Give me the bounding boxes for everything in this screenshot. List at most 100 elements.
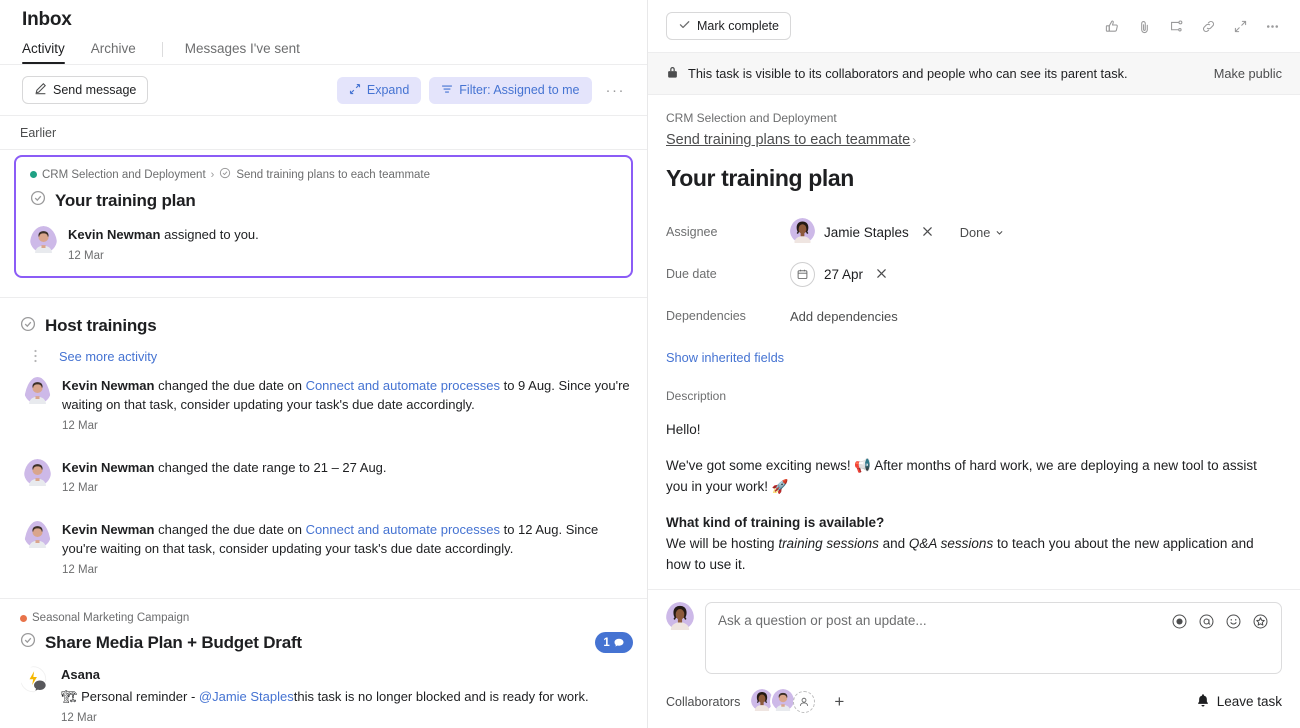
- field-label: Assignee: [666, 225, 718, 239]
- person-placeholder-icon[interactable]: [793, 690, 816, 713]
- card-title-row: Your training plan: [30, 190, 617, 211]
- expand-label: Expand: [366, 83, 410, 97]
- tab-messages-sent[interactable]: Messages I've sent: [185, 41, 300, 64]
- asana-bot-avatar: [20, 666, 50, 724]
- notification-card-media-plan[interactable]: Seasonal Marketing Campaign Share Media …: [0, 599, 647, 724]
- filter-label: Filter: Assigned to me: [459, 83, 580, 97]
- inbox-more-button[interactable]: ···: [600, 81, 632, 100]
- parent-task-link[interactable]: Send training plans to each teammate: [666, 132, 910, 148]
- event-timestamp: 12 Mar: [61, 711, 97, 724]
- see-more-activity-row[interactable]: See more activity: [14, 337, 633, 364]
- task-description[interactable]: Hello! We've got some exciting news! 📢 A…: [666, 420, 1282, 576]
- show-inherited-fields-link[interactable]: Show inherited fields: [666, 350, 784, 365]
- field-assignee: Assignee Jamie Staples Done: [666, 214, 1282, 250]
- description-greeting: Hello!: [666, 422, 701, 437]
- more-icon[interactable]: [1258, 12, 1286, 40]
- card-event-text: Kevin Newman assigned to you.: [68, 226, 259, 245]
- mark-complete-button[interactable]: Mark complete: [666, 12, 791, 40]
- complete-check-icon[interactable]: [20, 632, 36, 653]
- attachment-icon[interactable]: [1130, 12, 1158, 40]
- tab-divider: [161, 42, 163, 57]
- activity-item: Kevin Newman changed the due date on Con…: [14, 494, 633, 576]
- collaborators-row: Collaborators + Leave task: [666, 687, 1282, 716]
- inbox-tabs: Activity Archive Messages I've sent: [0, 31, 647, 64]
- comment-composer-area: Ask a question or post an update... Coll…: [648, 589, 1300, 728]
- activity-body: Kevin Newman changed the date range to 2…: [62, 459, 633, 495]
- task-title[interactable]: Your training plan: [666, 165, 1282, 192]
- breadcrumb: Seasonal Marketing Campaign: [14, 612, 633, 624]
- field-value[interactable]: 27 Apr: [790, 261, 891, 287]
- activity-timestamp: 12 Mar: [62, 564, 98, 577]
- calendar-icon: [790, 261, 815, 287]
- activity-body: Kevin Newman changed the due date on Con…: [62, 377, 633, 432]
- chevron-down-icon: [996, 230, 1003, 235]
- card-title: Share Media Plan + Budget Draft: [45, 632, 302, 652]
- activity-text-before: changed the due date on: [154, 522, 306, 538]
- desc-p2-a: We will be hosting: [666, 535, 779, 551]
- activity-item: Kevin Newman changed the due date on Con…: [14, 364, 633, 432]
- complete-check-icon[interactable]: [30, 190, 46, 211]
- add-collaborator-button[interactable]: +: [834, 693, 844, 710]
- comment-count-badge[interactable]: 1: [595, 632, 633, 654]
- message-prefix: 🏗 Personal reminder -: [61, 688, 199, 704]
- make-public-button[interactable]: Make public: [1214, 66, 1282, 81]
- activity-actor: Kevin Newman: [62, 522, 155, 538]
- section-label-earlier: Earlier: [0, 116, 647, 150]
- inbox-panel: Inbox Activity Archive Messages I've sen…: [0, 0, 648, 728]
- event-timestamp: 12 Mar: [68, 249, 104, 262]
- assignee-status-label: Done: [959, 224, 991, 240]
- breadcrumb-separator: ›: [210, 168, 215, 181]
- desc-p2-b: and: [878, 535, 909, 551]
- add-dependencies-button[interactable]: Add dependencies: [790, 309, 898, 324]
- filter-button[interactable]: Filter: Assigned to me: [429, 76, 592, 104]
- task-detail-header: Mark complete: [648, 0, 1300, 53]
- card-event-text-block: Kevin Newman assigned to you. 12 Mar: [68, 226, 259, 262]
- tab-archive[interactable]: Archive: [91, 41, 136, 64]
- expand-button[interactable]: Expand: [336, 76, 422, 104]
- avatar: [24, 458, 51, 495]
- record-icon[interactable]: [1171, 613, 1188, 630]
- card-event: Asana 🏗 Personal reminder - @Jamie Stapl…: [14, 666, 633, 724]
- asana-inbox-app: Inbox Activity Archive Messages I've sen…: [0, 0, 1300, 728]
- description-paragraph-1: We've got some exciting news! 📢 After mo…: [666, 457, 1257, 494]
- activity-text: Kevin Newman changed the due date on Con…: [62, 521, 633, 559]
- activity-task-link[interactable]: Connect and automate processes: [306, 522, 500, 537]
- check-circle-icon: [219, 167, 231, 182]
- activity-body: Kevin Newman changed the due date on Con…: [62, 521, 633, 576]
- task-project-name[interactable]: CRM Selection and Deployment: [666, 111, 1282, 125]
- mention-icon[interactable]: [1198, 613, 1215, 630]
- composer-icons: [1171, 613, 1269, 630]
- field-value[interactable]: Jamie Staples Done: [790, 218, 1004, 246]
- send-message-label: Send message: [53, 83, 137, 97]
- notification-group-host-trainings: Host trainings See more activity Kevin N…: [0, 298, 647, 576]
- mention-link[interactable]: @Jamie Staples: [199, 689, 294, 704]
- leave-task-button[interactable]: Leave task: [1196, 693, 1282, 711]
- complete-check-icon[interactable]: [20, 316, 36, 337]
- bell-icon: [1196, 693, 1210, 711]
- sticker-icon[interactable]: [1252, 613, 1269, 630]
- notification-card-selected[interactable]: CRM Selection and Deployment › Send trai…: [14, 155, 633, 278]
- subtask-icon[interactable]: [1162, 12, 1190, 40]
- comment-input[interactable]: Ask a question or post an update...: [705, 602, 1282, 674]
- bot-name: Asana: [61, 667, 101, 683]
- vertical-dots-icon: [24, 349, 46, 364]
- inbox-list: CRM Selection and Deployment › Send trai…: [0, 150, 647, 728]
- activity-task-link[interactable]: Connect and automate processes: [306, 378, 500, 393]
- assignee-status-dropdown[interactable]: Done: [960, 225, 1005, 240]
- tab-activity[interactable]: Activity: [22, 41, 65, 64]
- link-icon[interactable]: [1194, 12, 1222, 40]
- see-more-activity-link[interactable]: See more activity: [59, 349, 157, 364]
- breadcrumb-project[interactable]: Seasonal Marketing Campaign: [32, 612, 189, 624]
- like-icon[interactable]: [1098, 12, 1126, 40]
- clear-assignee-button[interactable]: [918, 225, 937, 240]
- message-suffix: this task is no longer blocked and is re…: [293, 688, 589, 704]
- task-fields: Assignee Jamie Staples Done Due date 27 …: [666, 214, 1282, 334]
- activity-item: Kevin Newman changed the date range to 2…: [14, 432, 633, 495]
- fullscreen-icon[interactable]: [1226, 12, 1254, 40]
- send-message-button[interactable]: Send message: [22, 76, 149, 104]
- clear-due-date-button[interactable]: [872, 267, 891, 282]
- group-title: Host trainings: [45, 316, 157, 336]
- breadcrumb-project[interactable]: CRM Selection and Deployment: [42, 169, 206, 181]
- breadcrumb-parent-task[interactable]: Send training plans to each teammate: [236, 169, 430, 181]
- emoji-icon[interactable]: [1225, 613, 1242, 630]
